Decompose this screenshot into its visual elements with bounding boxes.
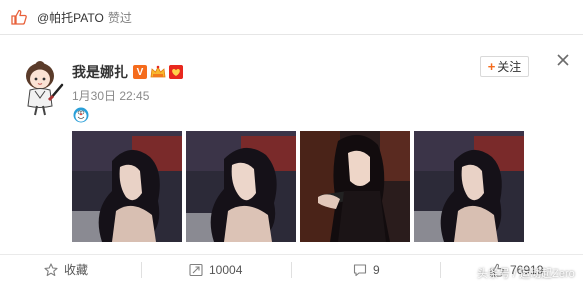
comment-button[interactable]: 9	[353, 255, 380, 284]
divider	[440, 262, 441, 278]
post-photo[interactable]	[414, 131, 524, 242]
favorite-label: 收藏	[64, 263, 89, 277]
post-photo[interactable]	[186, 131, 296, 242]
liked-by-text: @帕托PATO 赞过	[37, 9, 132, 26]
photo-grid	[72, 131, 524, 242]
doraemon-icon	[73, 107, 89, 123]
repost-icon	[189, 263, 203, 276]
divider	[0, 34, 583, 35]
author-avatar[interactable]	[15, 58, 65, 118]
liker-name[interactable]: @帕托PATO	[37, 11, 104, 25]
verified-badge[interactable]: V	[133, 65, 147, 79]
divider	[141, 262, 142, 278]
author-row: 我是娜扎 V	[72, 62, 186, 82]
author-name[interactable]: 我是娜扎	[72, 62, 128, 82]
repost-button[interactable]: 10004	[189, 255, 242, 284]
comment-icon	[353, 263, 367, 276]
comment-count: 9	[373, 262, 380, 277]
follow-button[interactable]: + 关注	[480, 56, 529, 77]
vip-crown-icon[interactable]	[150, 65, 166, 79]
liked-label: 赞过	[107, 10, 132, 25]
watermark: 头条号 / 运动起Zero	[477, 268, 575, 280]
liked-by-bar: @帕托PATO 赞过	[0, 0, 583, 34]
post-photo[interactable]	[72, 131, 182, 242]
repost-count: 10004	[209, 262, 243, 277]
thumbs-up-icon	[11, 9, 27, 25]
divider	[291, 262, 292, 278]
post-photo[interactable]	[300, 131, 410, 242]
close-icon[interactable]	[556, 53, 570, 67]
fan-heart-icon[interactable]	[169, 65, 183, 79]
follow-label: 关注	[497, 60, 522, 74]
star-icon	[44, 262, 58, 276]
post-time[interactable]: 1月30日 22:45	[72, 87, 149, 104]
plus-icon: +	[487, 59, 496, 74]
favorite-button[interactable]: 收藏	[44, 255, 88, 284]
